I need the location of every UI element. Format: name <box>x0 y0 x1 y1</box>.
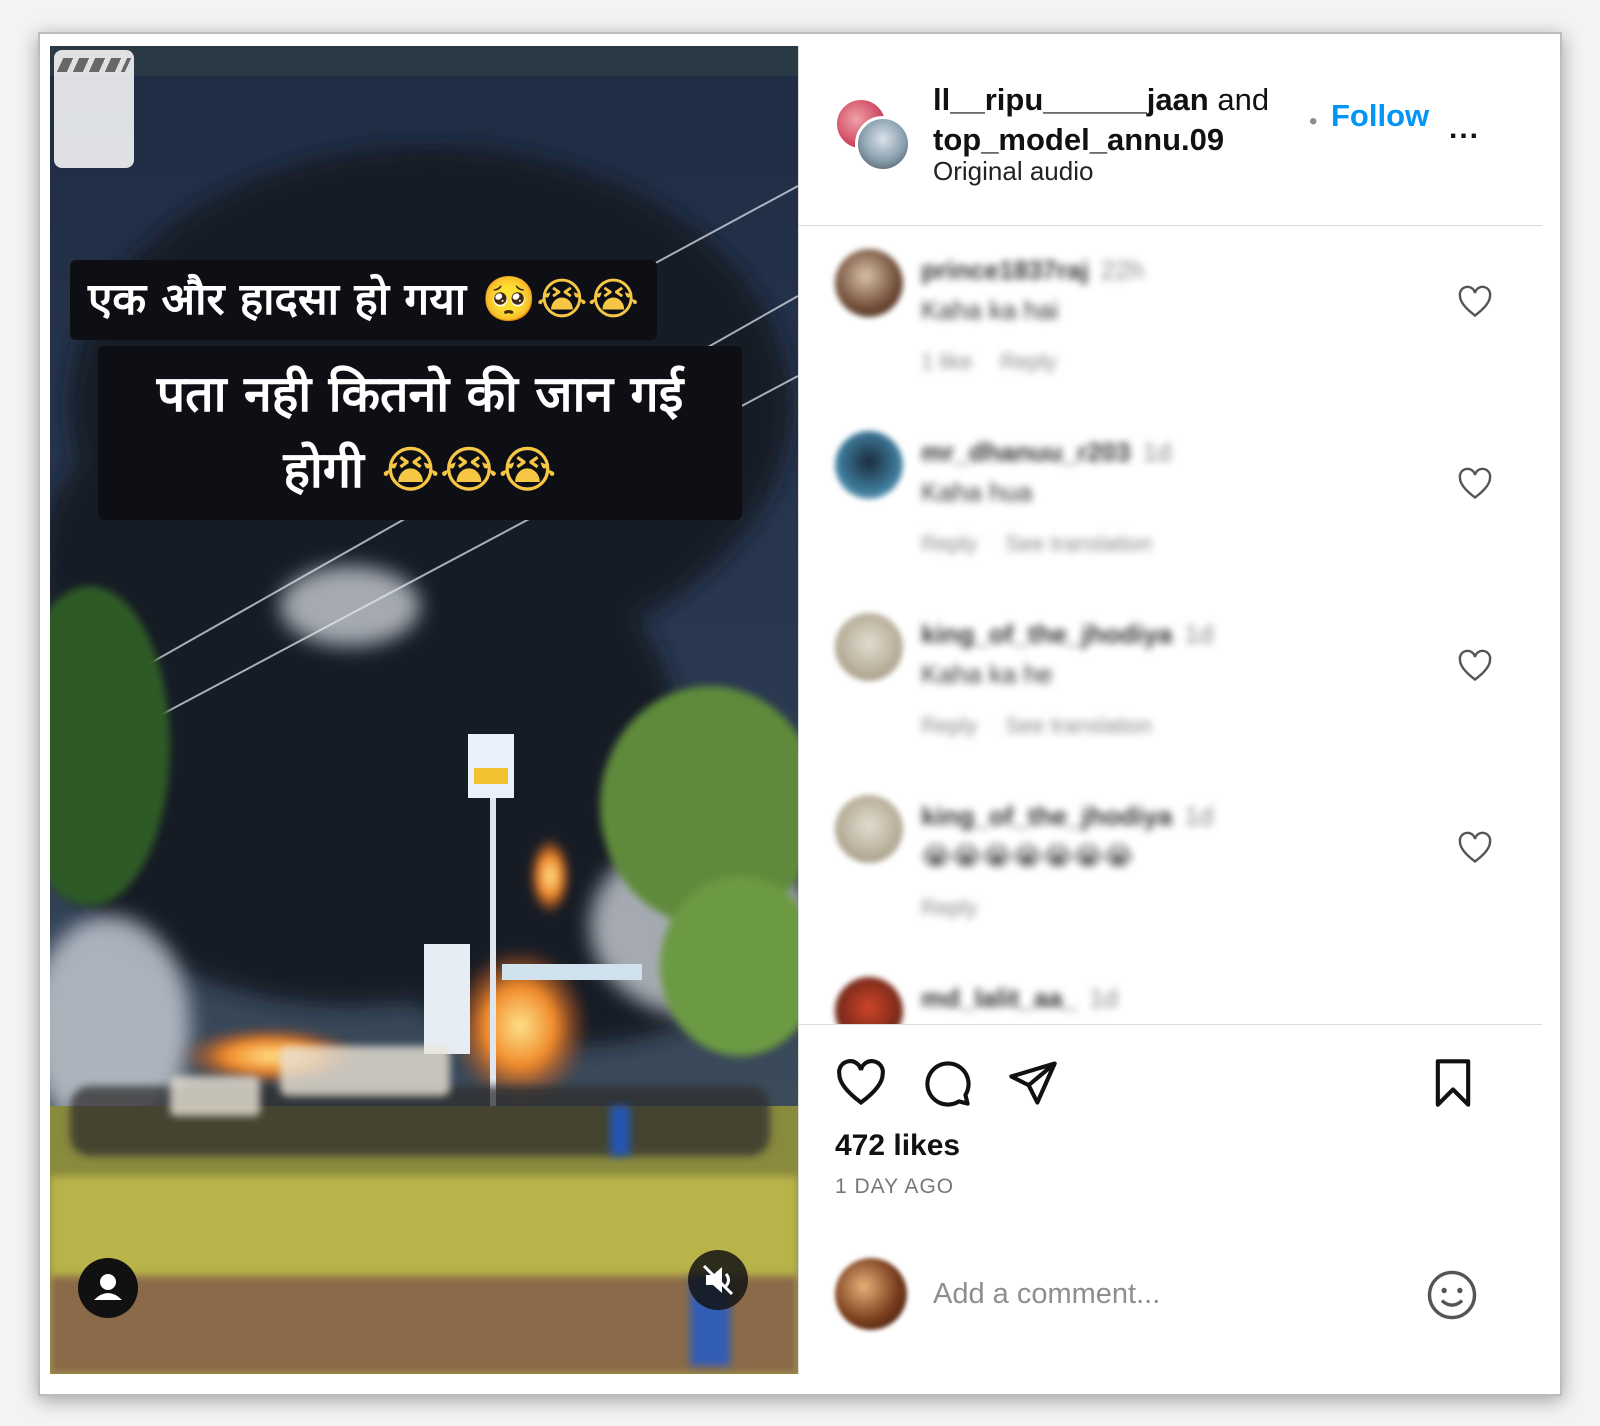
follow-button[interactable]: Follow <box>1331 98 1429 134</box>
reel-video[interactable]: एक और हादसा हो गया 🥺😭😭 पता नही कितनो की … <box>50 46 798 1374</box>
username-link[interactable]: ll__ripu______jaan <box>933 82 1209 117</box>
comments-list[interactable]: prince1837raj 22h Kaha ka hai 1 like Reply… <box>799 227 1542 1025</box>
separator-dot: • <box>1309 108 1318 135</box>
comment-text: 😭😭😭😭😭😭😭 <box>921 841 1134 871</box>
comment-meta: Reply See translation <box>921 531 1180 557</box>
comment-meta: 1 like Reply <box>921 349 1085 375</box>
post-owners: ll__ripu______jaan and top_model_annu.09 <box>933 80 1303 160</box>
comment-text: Kaha ka hai <box>921 295 1059 325</box>
reply-button[interactable]: Reply <box>921 713 977 738</box>
emoji-icon[interactable] <box>1425 1268 1479 1322</box>
post-header: ll__ripu______jaan and top_model_annu.09… <box>799 46 1542 226</box>
see-translation-button[interactable]: See translation <box>1005 713 1152 738</box>
avatar <box>835 1258 907 1330</box>
video-top-strip <box>50 46 798 76</box>
comment-text: Kaha ka he <box>921 659 1053 689</box>
avatar[interactable] <box>835 795 903 863</box>
heart-icon[interactable] <box>1457 285 1493 319</box>
caption-text: एक और हादसा हो गया <box>88 274 467 325</box>
tagged-users-button[interactable] <box>78 1258 138 1318</box>
comment-author[interactable]: king_of_the_jhodiya 1d <box>921 801 1213 832</box>
heart-icon[interactable] <box>1457 649 1493 683</box>
comment-item: prince1837raj 22h Kaha ka hai 1 like Reply <box>799 239 1542 421</box>
post-timestamp: 1 DAY AGO <box>835 1175 955 1198</box>
mute-toggle-button[interactable] <box>688 1250 748 1310</box>
comment-icon[interactable] <box>921 1057 973 1109</box>
avatar[interactable] <box>835 977 903 1025</box>
comment-meta: Reply See translation <box>921 713 1180 739</box>
comment-author[interactable]: mr_dhanuu_r203 1d <box>921 437 1171 468</box>
comment-input[interactable] <box>933 1272 1413 1316</box>
username-link[interactable]: top_model_annu.09 <box>933 122 1224 157</box>
comment-author[interactable]: prince1837raj 22h <box>921 255 1144 286</box>
avatar[interactable] <box>835 431 903 499</box>
more-options-button[interactable]: ... <box>1449 112 1480 146</box>
reply-button[interactable]: Reply <box>921 531 977 556</box>
share-icon[interactable] <box>1007 1057 1059 1109</box>
avatar[interactable] <box>835 613 903 681</box>
caption-emoji: 😭😭😭 <box>381 441 557 499</box>
video-frame-image <box>50 46 798 1374</box>
reply-button[interactable]: Reply <box>921 895 977 920</box>
owners-joiner: and <box>1217 82 1270 117</box>
comment-likes[interactable]: 1 like <box>921 349 972 374</box>
likes-count[interactable]: 472 likes <box>835 1129 960 1163</box>
reel-icon <box>54 50 134 168</box>
comment-composer <box>799 1242 1542 1374</box>
see-translation-button[interactable]: See translation <box>1005 531 1152 556</box>
caption-emoji: 🥺😭😭 <box>481 274 640 325</box>
heart-icon[interactable] <box>1457 467 1493 501</box>
audio-link[interactable]: Original audio <box>933 156 1093 187</box>
comment-meta: Reply <box>921 895 1005 921</box>
bookmark-icon[interactable] <box>1427 1057 1479 1109</box>
comment-author[interactable]: md_lalit_aa_ 1d <box>921 983 1118 1014</box>
heart-icon[interactable] <box>835 1057 887 1109</box>
avatar[interactable] <box>835 249 903 317</box>
comment-item: md_lalit_aa_ 1d <box>799 967 1542 1025</box>
comment-item: king_of_the_jhodiya 1d Kaha ka he Reply Se… <box>799 603 1542 785</box>
video-caption-line-2: पता नही कितनो की जान गई होगी 😭😭😭 <box>98 346 742 520</box>
reply-button[interactable]: Reply <box>1000 349 1056 374</box>
post-side-panel: ll__ripu______jaan and top_model_annu.09… <box>798 46 1542 1374</box>
heart-icon[interactable] <box>1457 831 1493 865</box>
comment-author[interactable]: king_of_the_jhodiya 1d <box>921 619 1213 650</box>
video-caption-line-1: एक और हादसा हो गया 🥺😭😭 <box>70 260 658 340</box>
comment-item: king_of_the_jhodiya 1d 😭😭😭😭😭😭😭 Reply <box>799 785 1542 967</box>
muted-speaker-icon <box>702 1264 734 1296</box>
avatar <box>855 116 911 172</box>
comment-item: mr_dhanuu_r203 1d Kaha hua Reply See trans… <box>799 421 1542 603</box>
user-icon <box>94 1274 122 1300</box>
comment-text: Kaha hua <box>921 477 1033 507</box>
collab-avatars[interactable] <box>835 98 915 178</box>
